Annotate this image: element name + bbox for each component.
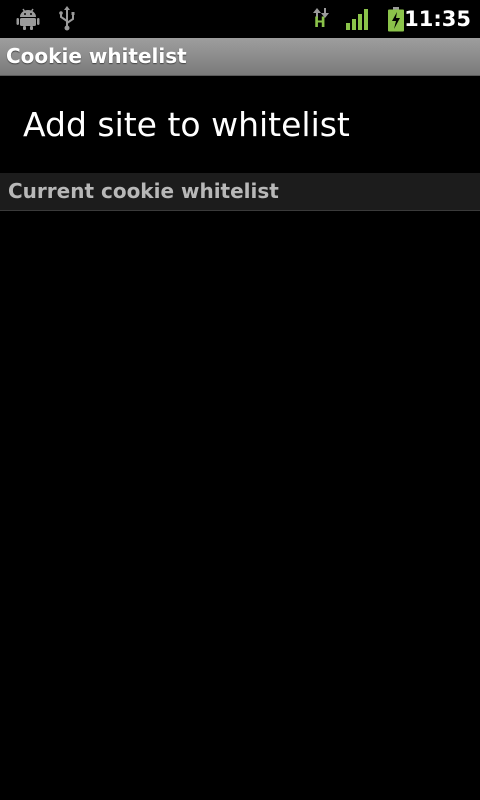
- usb-icon: [55, 6, 79, 36]
- status-bar: H 11:35: [0, 0, 480, 38]
- android-debug-icon: [16, 6, 40, 34]
- signal-strength-icon: [345, 7, 371, 35]
- add-site-label: Add site to whitelist: [23, 105, 350, 144]
- category-label: Current cookie whitelist: [8, 179, 279, 203]
- network-type-label: H: [314, 15, 326, 31]
- page-title: Cookie whitelist: [6, 44, 187, 68]
- data-activity-icon: H: [312, 7, 330, 35]
- whitelist-list: [0, 211, 480, 800]
- battery-charging-icon: [386, 7, 406, 37]
- status-clock: 11:35: [404, 7, 471, 31]
- title-bar: Cookie whitelist: [0, 38, 480, 76]
- add-site-to-whitelist-item[interactable]: Add site to whitelist: [0, 76, 480, 173]
- whitelist-category-header: Current cookie whitelist: [0, 173, 480, 211]
